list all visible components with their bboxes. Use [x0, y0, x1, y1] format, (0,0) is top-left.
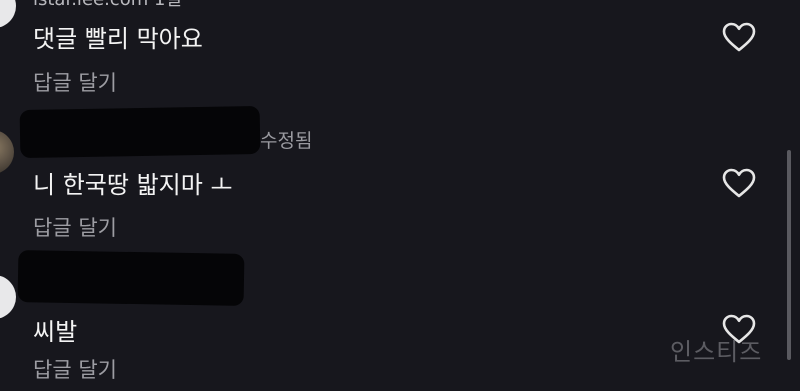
comment-text: 니 한국땅 밟지마 ㅗ: [33, 171, 233, 199]
edited-label: 수정됨: [260, 130, 313, 152]
reply-button[interactable]: 답글 달기: [33, 67, 117, 97]
comment-text: 댓글 빨리 막아요: [33, 25, 203, 53]
avatar[interactable]: [0, 275, 16, 319]
scrollbar[interactable]: [787, 150, 791, 360]
like-heart-icon[interactable]: [721, 167, 757, 199]
reply-button[interactable]: 답글 달기: [33, 354, 117, 384]
comment-username[interactable]: istar.lee.com 1일: [33, 0, 182, 11]
reply-button[interactable]: 답글 달기: [33, 212, 117, 242]
comment-text: 씨발: [33, 318, 78, 346]
watermark: 인스티즈: [670, 338, 763, 366]
like-heart-icon[interactable]: [721, 21, 757, 53]
redacted-username: [19, 105, 261, 159]
comments-screen: istar.lee.com 1일 댓글 빨리 막아요 답글 달기 수정됨 니 한…: [0, 0, 800, 391]
redacted-username: [17, 250, 245, 306]
avatar[interactable]: [0, 0, 16, 28]
avatar[interactable]: [0, 130, 14, 174]
